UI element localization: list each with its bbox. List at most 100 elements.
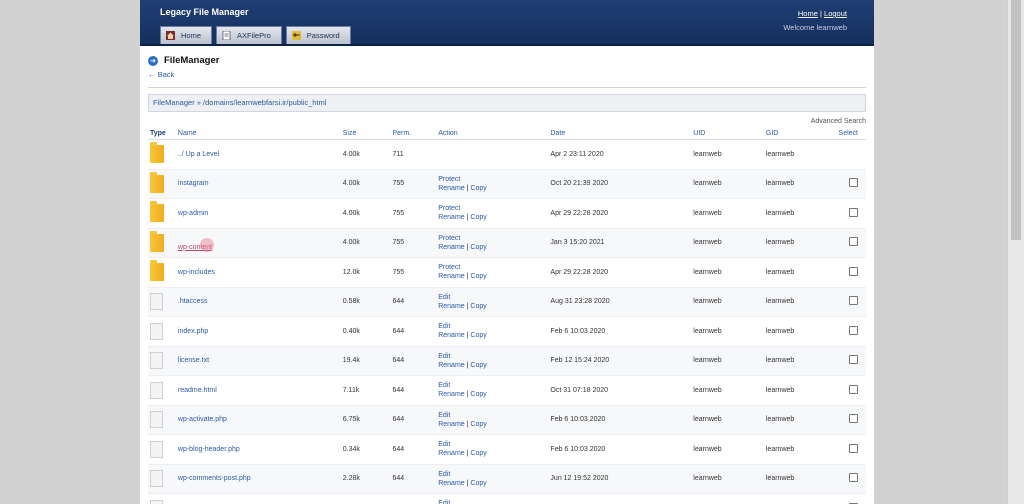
window-scrollbar[interactable] [1007, 0, 1024, 504]
file-name-link[interactable]: ../ Up a Level [178, 151, 219, 158]
cell-perm[interactable]: 644 [392, 405, 439, 435]
scrollbar-thumb[interactable] [1011, 0, 1021, 240]
cell-perm[interactable]: 755 [392, 169, 439, 199]
select-checkbox[interactable] [849, 178, 858, 188]
tab-home[interactable]: Home [160, 26, 213, 44]
copy-link[interactable]: Copy [470, 185, 486, 192]
select-checkbox[interactable] [849, 443, 858, 453]
cell-perm[interactable]: 711 [392, 139, 439, 170]
copy-link[interactable]: Copy [470, 303, 486, 310]
file-icon[interactable] [150, 322, 163, 340]
cell-perm[interactable]: 644 [392, 316, 439, 347]
copy-link[interactable]: Copy [470, 450, 486, 457]
copy-link[interactable]: Copy [470, 244, 486, 251]
advanced-search-link[interactable]: Advanced Search [148, 118, 866, 128]
action-primary-link[interactable]: Protect [438, 205, 460, 212]
file-name-link[interactable]: wp-blog-header.php [178, 446, 240, 453]
tab-axfilepro[interactable]: AXFilePro [216, 26, 282, 44]
select-checkbox[interactable] [849, 207, 858, 217]
home-link[interactable]: Home [798, 9, 818, 18]
file-icon[interactable] [150, 411, 163, 429]
file-name-link[interactable]: readme.html [178, 387, 217, 394]
folder-icon[interactable] [150, 171, 164, 193]
file-icon[interactable] [150, 293, 163, 311]
copy-link[interactable]: Copy [470, 362, 486, 369]
action-primary-link[interactable]: Edit [438, 353, 450, 360]
action-primary-link[interactable]: Edit [438, 323, 450, 330]
copy-link[interactable]: Copy [470, 421, 486, 428]
action-primary-link[interactable]: Edit [438, 412, 450, 419]
action-primary-link[interactable]: Edit [438, 441, 450, 448]
action-primary-link[interactable]: Edit [438, 471, 450, 478]
col-perm[interactable]: Perm. [392, 128, 439, 140]
col-size[interactable]: Size [342, 128, 393, 140]
breadcrumb-path[interactable]: FileManager » /domains/learnwebfarsi.ir/… [153, 98, 326, 107]
action-primary-link[interactable]: Edit [438, 294, 450, 301]
rename-link[interactable]: Rename [438, 244, 464, 251]
copy-link[interactable]: Copy [470, 273, 486, 280]
folder-icon[interactable] [150, 142, 164, 164]
file-name-link[interactable]: wp-activate.php [178, 416, 227, 423]
file-icon[interactable] [150, 470, 163, 488]
action-primary-link[interactable]: Protect [438, 176, 460, 183]
action-primary-link[interactable]: Edit [438, 500, 450, 504]
select-checkbox[interactable] [849, 325, 858, 335]
file-name-link[interactable]: wp-admin [178, 210, 208, 217]
col-uid[interactable]: UID [693, 128, 766, 140]
cell-uid: learnweb [693, 493, 766, 504]
col-gid[interactable]: GID [765, 128, 839, 140]
copy-link[interactable]: Copy [470, 391, 486, 398]
action-primary-link[interactable]: Protect [438, 235, 460, 242]
folder-icon[interactable] [150, 260, 164, 282]
file-icon[interactable] [150, 499, 163, 504]
select-checkbox[interactable] [849, 384, 858, 394]
cell-perm[interactable]: 644 [392, 346, 439, 376]
cell-perm[interactable]: 755 [392, 228, 439, 258]
select-checkbox[interactable] [849, 473, 858, 483]
file-name-link[interactable]: instagram [178, 180, 209, 187]
cell-perm[interactable]: 755 [392, 257, 439, 288]
cell-perm[interactable]: 755 [392, 198, 439, 229]
cell-perm[interactable]: 644 [392, 464, 439, 494]
file-name-link[interactable]: index.php [178, 328, 208, 335]
col-type[interactable]: Type [148, 128, 178, 140]
rename-link[interactable]: Rename [438, 421, 464, 428]
rename-link[interactable]: Rename [438, 332, 464, 339]
rename-link[interactable]: Rename [438, 273, 464, 280]
file-icon[interactable] [150, 440, 163, 458]
rename-link[interactable]: Rename [438, 391, 464, 398]
copy-link[interactable]: Copy [470, 480, 486, 487]
rename-link[interactable]: Rename [438, 185, 464, 192]
rename-link[interactable]: Rename [438, 303, 464, 310]
action-primary-link[interactable]: Protect [438, 264, 460, 271]
rename-link[interactable]: Rename [438, 362, 464, 369]
copy-link[interactable]: Copy [470, 332, 486, 339]
tab-password[interactable]: Password [285, 26, 351, 44]
file-name-link[interactable]: license.txt [178, 357, 209, 364]
cell-perm[interactable]: 644 [392, 434, 439, 465]
select-checkbox[interactable] [849, 355, 858, 365]
cell-perm[interactable]: 644 [392, 493, 439, 504]
select-checkbox[interactable] [849, 237, 858, 247]
file-icon[interactable] [150, 381, 163, 399]
col-name[interactable]: Name [177, 128, 343, 140]
file-icon[interactable] [150, 352, 163, 370]
folder-icon[interactable] [150, 201, 164, 223]
file-name-link[interactable]: .htaccess [178, 298, 208, 305]
select-checkbox[interactable] [849, 414, 858, 424]
logout-link[interactable]: Logout [824, 9, 847, 18]
cell-perm[interactable]: 644 [392, 375, 439, 406]
select-checkbox[interactable] [849, 296, 858, 306]
rename-link[interactable]: Rename [438, 450, 464, 457]
select-checkbox[interactable] [849, 266, 858, 276]
action-primary-link[interactable]: Edit [438, 382, 450, 389]
file-name-link[interactable]: wp-includes [178, 269, 215, 276]
rename-link[interactable]: Rename [438, 480, 464, 487]
cell-perm[interactable]: 644 [392, 287, 439, 317]
copy-link[interactable]: Copy [470, 214, 486, 221]
file-name-link[interactable]: wp-comments-post.php [178, 475, 251, 482]
back-link[interactable]: ← Back [148, 70, 866, 79]
rename-link[interactable]: Rename [438, 214, 464, 221]
col-date[interactable]: Date [550, 128, 694, 140]
folder-icon[interactable] [150, 230, 164, 252]
